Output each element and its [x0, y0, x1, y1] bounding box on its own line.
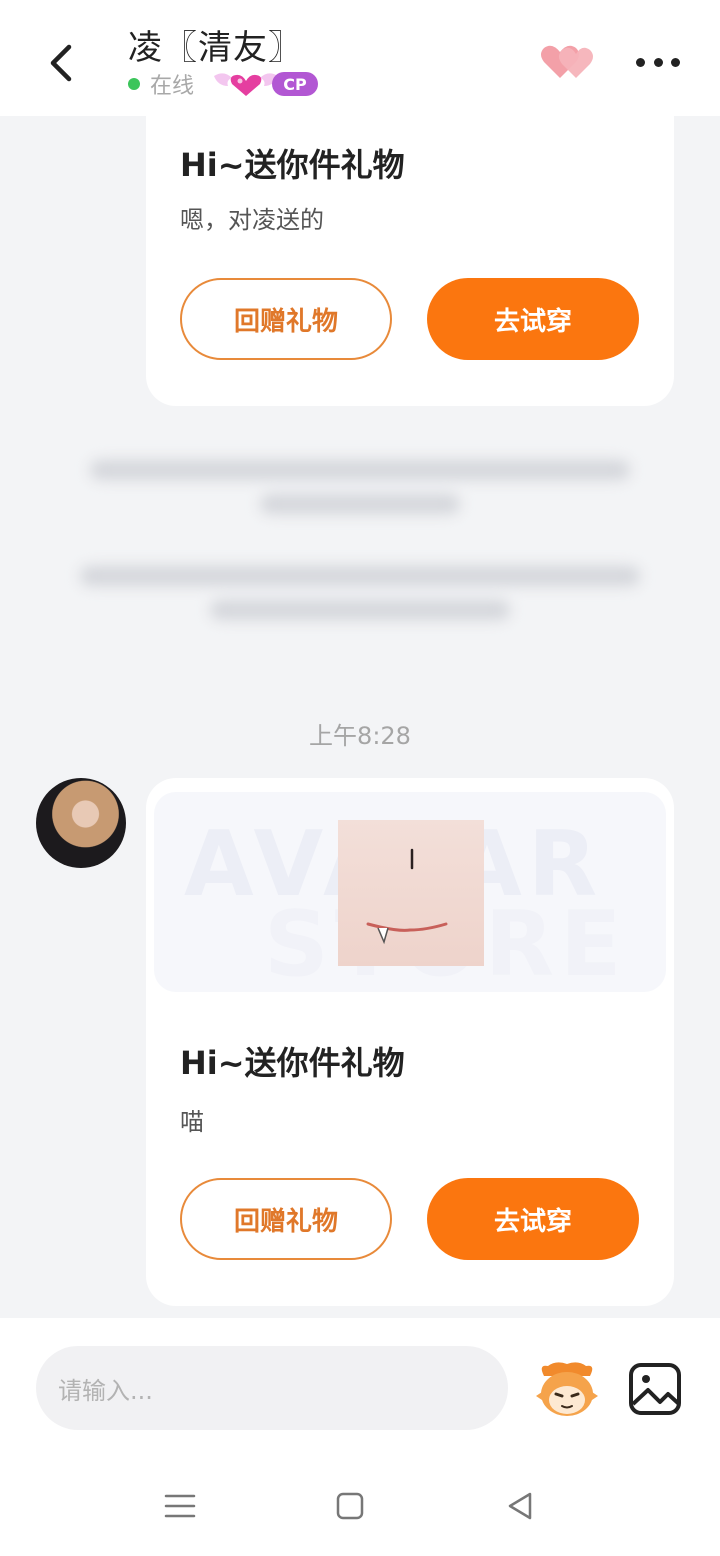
- gift-card: AVATAR STORE Hi~送你件礼物 喵 回赠礼物 去试穿: [146, 778, 674, 1306]
- contact-name: 凌〖清友〗: [128, 28, 303, 68]
- try-on-button[interactable]: 去试穿: [427, 278, 639, 360]
- blurred-system-text: [80, 566, 640, 634]
- more-icon: [636, 57, 645, 67]
- gift-card-message: 喵: [180, 1108, 204, 1136]
- gift-card-title: Hi~送你件礼物: [180, 1044, 405, 1082]
- image-button[interactable]: [628, 1362, 682, 1416]
- chat-screen: 凌〖清友〗 在线 CP Hi~送你件礼物 嗯，对凌送的 回赠礼物 去试穿 上午8…: [0, 0, 720, 1556]
- nav-home-button[interactable]: [330, 1488, 370, 1524]
- menu-icon: [164, 1494, 196, 1518]
- emoji-icon: [536, 1362, 598, 1416]
- back-button[interactable]: [36, 38, 86, 88]
- avatar[interactable]: [36, 778, 126, 868]
- return-gift-button[interactable]: 回赠礼物: [180, 1178, 392, 1260]
- more-button[interactable]: [636, 50, 680, 74]
- chat-area[interactable]: Hi~送你件礼物 嗯，对凌送的 回赠礼物 去试穿 上午8:28 AVATAR S…: [0, 116, 720, 1318]
- try-on-button[interactable]: 去试穿: [427, 1178, 639, 1260]
- message-input[interactable]: 请输入...: [36, 1346, 508, 1430]
- nav-back-button[interactable]: [500, 1488, 540, 1524]
- online-status: 在线: [150, 74, 195, 99]
- emoji-button[interactable]: [534, 1356, 600, 1422]
- gift-image: [338, 820, 484, 966]
- cp-badge[interactable]: CP: [210, 68, 319, 100]
- online-dot-icon: [128, 78, 140, 90]
- nav-menu-button[interactable]: [160, 1488, 200, 1524]
- gift-card-title: Hi~送你件礼物: [180, 146, 405, 184]
- hearts-icon: [541, 45, 593, 78]
- blurred-system-text: [80, 460, 640, 528]
- status-row: 在线 CP: [128, 68, 319, 100]
- gift-card-message: 嗯，对凌送的: [180, 206, 324, 234]
- message-time: 上午8:28: [309, 722, 411, 750]
- intimacy-button[interactable]: [538, 40, 598, 84]
- gift-preview[interactable]: AVATAR STORE: [154, 792, 666, 992]
- back-triangle-icon: [508, 1492, 532, 1520]
- input-bar: 请输入...: [0, 1318, 720, 1456]
- system-nav-bar: [0, 1456, 720, 1556]
- gift-card: Hi~送你件礼物 嗯，对凌送的 回赠礼物 去试穿: [146, 116, 674, 406]
- return-gift-button[interactable]: 回赠礼物: [180, 278, 392, 360]
- cp-label: CP: [272, 72, 319, 96]
- image-icon: [629, 1363, 681, 1415]
- face-mouth-icon: [366, 848, 448, 945]
- header: 凌〖清友〗 在线 CP: [0, 0, 720, 116]
- home-icon: [336, 1492, 364, 1520]
- back-arrow-icon: [50, 44, 72, 82]
